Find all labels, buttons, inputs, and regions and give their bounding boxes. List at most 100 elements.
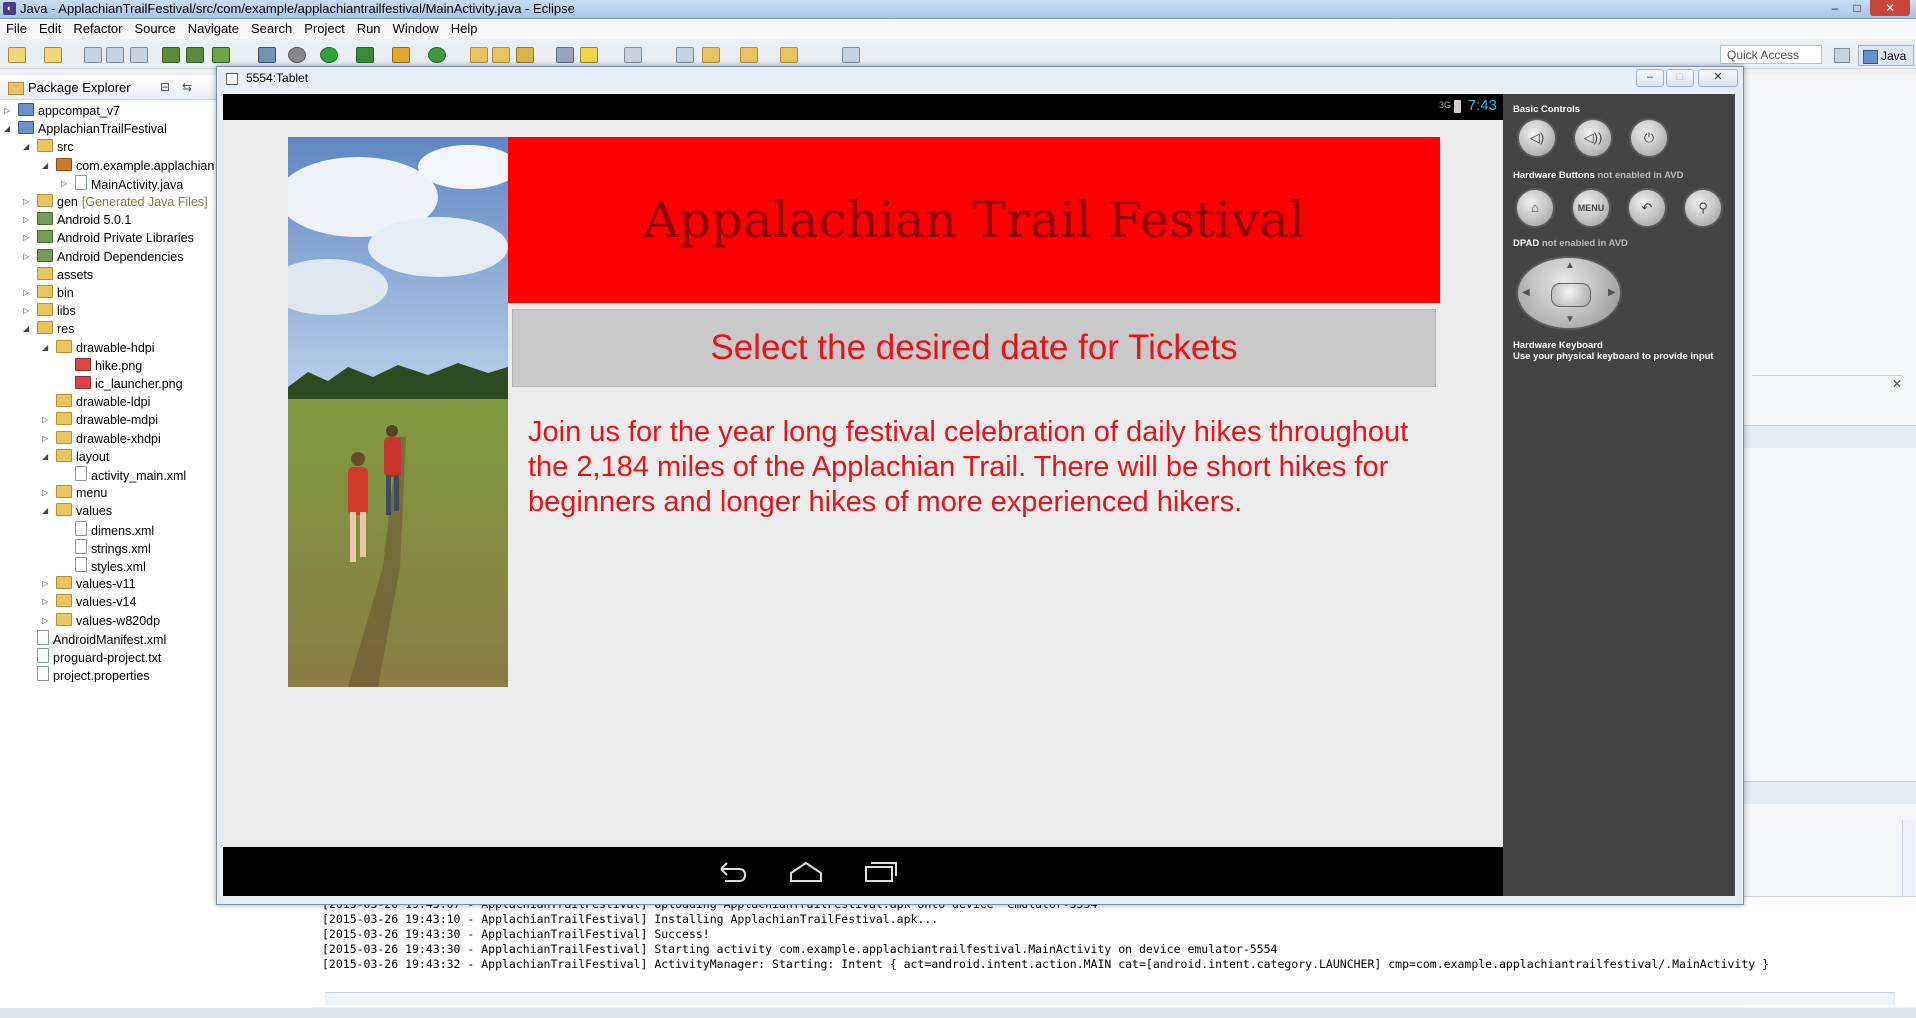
expand-arrow-icon[interactable]: ▷ xyxy=(42,593,52,611)
volume-up-icon[interactable]: ◁)) xyxy=(1573,118,1613,158)
menu-edit[interactable]: Edit xyxy=(33,19,67,39)
new-class-icon[interactable] xyxy=(428,47,446,63)
select-date-label[interactable]: Select the desired date for Tickets xyxy=(512,326,1436,370)
minimize-window-button[interactable]: – xyxy=(1824,0,1846,16)
new-icon[interactable] xyxy=(8,47,26,63)
lint-check-icon[interactable] xyxy=(212,47,230,63)
console-horizontal-scrollbar[interactable] xyxy=(325,992,1895,1005)
expand-arrow-icon[interactable]: ▷ xyxy=(23,302,33,320)
open-perspective-icon[interactable] xyxy=(1834,48,1850,63)
expand-arrow-icon[interactable]: ▷ xyxy=(42,575,52,593)
pin-icon[interactable] xyxy=(676,47,694,63)
expand-arrow-icon[interactable]: ▷ xyxy=(23,248,33,266)
tree-node[interactable]: ▷ gen [Generated Java Files] xyxy=(23,193,208,211)
collapse-arrow-icon[interactable]: ◢ xyxy=(42,502,52,520)
tree-node[interactable]: ▷ values-v11 xyxy=(42,575,136,593)
search-icon[interactable] xyxy=(516,47,534,63)
close-view-icon[interactable]: ✕ xyxy=(1892,377,1902,391)
home-icon[interactable]: ⌂ xyxy=(1515,188,1555,228)
power-icon[interactable]: ⏻ xyxy=(1629,118,1669,158)
tree-node[interactable]: ▷ Android 5.0.1 xyxy=(23,211,131,229)
menu-project[interactable]: Project xyxy=(298,19,350,39)
dpad-right-icon[interactable]: ▶ xyxy=(1608,287,1616,298)
java-perspective-button[interactable]: Java xyxy=(1858,45,1914,66)
expand-arrow-icon[interactable]: ▷ xyxy=(23,211,33,229)
emulator-minimize-button[interactable]: – xyxy=(1636,69,1664,87)
emulator-close-button[interactable]: ✕ xyxy=(1698,69,1738,87)
back-arrow-icon[interactable] xyxy=(780,47,798,63)
tree-node[interactable]: ◢ src xyxy=(23,138,74,156)
collapse-all-icon[interactable]: ⊟ xyxy=(160,80,170,94)
expand-arrow-icon[interactable]: ▷ xyxy=(42,484,52,502)
menu-run[interactable]: Run xyxy=(351,19,387,39)
dpad-left-icon[interactable]: ◀ xyxy=(1522,287,1530,298)
tree-node[interactable]: ◢ res xyxy=(23,320,74,338)
link-with-editor-icon[interactable]: ⇆ xyxy=(182,80,192,94)
tree-node[interactable]: dimens.xml xyxy=(75,520,154,539)
debug-icon[interactable] xyxy=(288,47,306,63)
menu-file[interactable]: File xyxy=(0,19,33,39)
previous-annotation-icon[interactable] xyxy=(740,47,758,63)
dpad-up-icon[interactable]: ▲ xyxy=(1565,260,1575,271)
tree-node[interactable]: AndroidManifest.xml xyxy=(37,629,166,648)
expand-arrow-icon[interactable]: ▷ xyxy=(42,430,52,448)
expand-arrow-icon[interactable]: ▷ xyxy=(61,175,71,193)
open-type-icon[interactable] xyxy=(470,47,488,63)
tree-node[interactable]: project.properties xyxy=(37,666,150,682)
tree-node[interactable]: ▷ bin xyxy=(23,284,74,302)
toggle-mark-occurrences-icon[interactable] xyxy=(556,47,574,63)
expand-arrow-icon[interactable]: ▷ xyxy=(23,284,33,302)
expand-arrow-icon[interactable]: ▷ xyxy=(42,612,52,630)
collapse-arrow-icon[interactable]: ◢ xyxy=(42,157,52,175)
collapse-arrow-icon[interactable]: ◢ xyxy=(23,138,33,156)
tree-node[interactable]: styles.xml xyxy=(75,557,146,575)
menu-help[interactable]: Help xyxy=(445,19,484,39)
android-sdk-icon[interactable] xyxy=(162,47,180,63)
print-icon[interactable] xyxy=(130,47,148,63)
run-external-icon[interactable] xyxy=(356,47,374,63)
build-icon[interactable] xyxy=(258,47,276,63)
tree-node[interactable]: ▷ appcompat_v7 xyxy=(4,102,120,120)
tree-node[interactable]: ◢ layout xyxy=(42,448,109,466)
tree-node[interactable]: proguard-project.txt xyxy=(37,648,161,666)
tree-node[interactable]: ▷ menu xyxy=(42,484,107,502)
tree-node[interactable]: ▷ values-w820dp xyxy=(42,612,160,630)
back-nav-icon[interactable] xyxy=(715,859,749,883)
tree-node[interactable]: drawable-ldpi xyxy=(56,393,150,411)
tree-node[interactable]: ▷ drawable-mdpi xyxy=(42,411,158,429)
home-nav-icon[interactable] xyxy=(789,859,823,883)
dpad-control[interactable]: ▲ ▼ ◀ ▶ xyxy=(1516,256,1622,330)
new-java-project-icon[interactable] xyxy=(392,47,410,63)
tree-node[interactable]: ▷ libs xyxy=(23,302,76,320)
back-icon[interactable]: ↶ xyxy=(1627,188,1667,228)
expand-arrow-icon[interactable]: ▷ xyxy=(4,102,14,120)
dpad-down-icon[interactable]: ▼ xyxy=(1565,314,1575,325)
next-annotation-icon[interactable] xyxy=(702,47,720,63)
tree-node[interactable]: ◢ values xyxy=(42,502,112,520)
menu-refactor[interactable]: Refactor xyxy=(67,19,128,39)
maximize-window-button[interactable]: □ xyxy=(1846,0,1868,16)
expand-arrow-icon[interactable]: ▷ xyxy=(23,229,33,247)
expand-arrow-icon[interactable]: ▷ xyxy=(23,193,33,211)
tree-node[interactable]: activity_main.xml xyxy=(75,466,186,484)
open-icon[interactable] xyxy=(44,47,62,63)
emulator-maximize-button[interactable]: □ xyxy=(1666,69,1694,87)
collapse-arrow-icon[interactable]: ◢ xyxy=(42,448,52,466)
collapse-arrow-icon[interactable]: ◢ xyxy=(4,120,14,138)
run-icon[interactable] xyxy=(320,47,338,63)
open-task-icon[interactable] xyxy=(492,47,510,63)
show-whitespace-icon[interactable] xyxy=(624,47,642,63)
search-icon[interactable]: ⚲ xyxy=(1683,188,1723,228)
tree-node[interactable]: ic_launcher.png xyxy=(75,375,183,393)
collapse-arrow-icon[interactable]: ◢ xyxy=(23,320,33,338)
tree-node[interactable]: assets xyxy=(37,266,93,284)
menu-window[interactable]: Window xyxy=(387,19,445,39)
tree-node[interactable]: ▷ drawable-xhdpi xyxy=(42,430,161,448)
quick-access-input[interactable]: Quick Access xyxy=(1720,45,1822,64)
close-window-button[interactable]: ✕ xyxy=(1870,0,1910,16)
menu-search[interactable]: Search xyxy=(245,19,298,39)
tree-node[interactable]: ▷ values-v14 xyxy=(42,593,136,611)
highlight-icon[interactable] xyxy=(580,47,598,63)
menu-navigate[interactable]: Navigate xyxy=(182,19,245,39)
save-all-icon[interactable] xyxy=(106,47,124,63)
